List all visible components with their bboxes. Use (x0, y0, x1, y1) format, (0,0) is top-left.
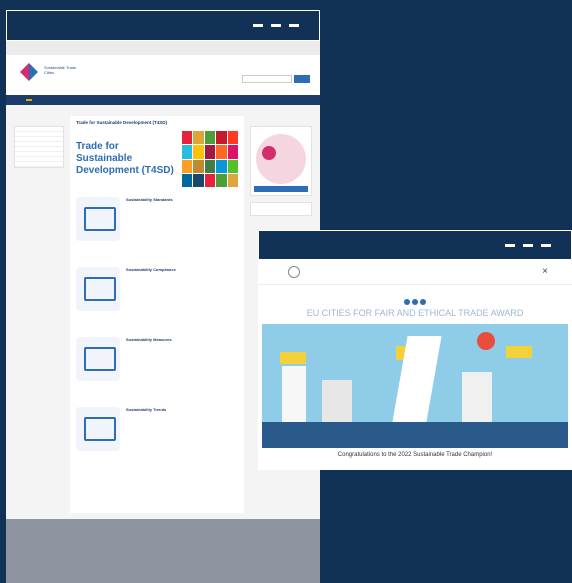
close-icon[interactable]: × (542, 266, 548, 277)
compliance-illustration (76, 267, 120, 311)
building-2 (322, 380, 352, 422)
banner-sign-3 (506, 346, 532, 358)
badge-icons (258, 299, 572, 305)
measures-illustration (76, 337, 120, 381)
congrats-text: Congratulations to the 2022 Sustainable … (337, 452, 493, 458)
award-title: EU CITIES FOR FAIR AND ETHICAL TRADE AWA… (306, 308, 524, 318)
page-title: Trade for Sustainable Development (T4SD) (76, 120, 168, 125)
item-row-2[interactable]: Sustainability Compliance (76, 267, 238, 329)
top-utility-bar (6, 41, 320, 55)
item-title-4[interactable]: Sustainability Trends (126, 407, 166, 412)
hero-text: Trade for Sustainable Development (T4SD) (76, 141, 174, 176)
standards-illustration (76, 197, 120, 241)
search-button[interactable] (294, 75, 310, 83)
item-title-1[interactable]: Sustainability Standards (126, 197, 173, 202)
sidebar-box-1 (250, 126, 312, 196)
footer-col-3[interactable] (116, 527, 152, 575)
browser-window-b: × EU CITIES FOR FAIR AND ETHICAL TRADE A… (258, 230, 572, 470)
site-logo-icon[interactable] (18, 61, 40, 83)
badge-icon-3 (420, 299, 426, 305)
sidebar-box-2 (250, 202, 312, 216)
right-sidebar (250, 126, 312, 222)
window-b-control-2[interactable] (523, 244, 533, 247)
search-input[interactable] (242, 75, 292, 83)
footer-col-1[interactable] (16, 527, 52, 575)
item-title-2[interactable]: Sustainability Compliance (126, 267, 176, 272)
header-logo-row: Sustainable Trade Cities (6, 55, 320, 95)
footer-col-5[interactable] (216, 527, 252, 575)
window-a-control-3[interactable] (289, 24, 299, 27)
computer-icon (84, 207, 116, 231)
nav-item-3[interactable] (26, 99, 32, 101)
clipboard-icon (84, 277, 116, 301)
window-a-control-1[interactable] (253, 24, 263, 27)
trends-illustration (76, 407, 120, 451)
banner-sign-1 (280, 352, 306, 364)
footer (6, 519, 320, 583)
eu-logo-icon[interactable] (288, 266, 300, 278)
badge-icon-1 (404, 299, 410, 305)
window-b-control-3[interactable] (541, 244, 551, 247)
footer-col-2[interactable] (66, 527, 102, 575)
laptop-icon (84, 417, 116, 441)
building-1 (282, 366, 306, 422)
window-a-controls[interactable] (253, 24, 299, 27)
page-b: × EU CITIES FOR FAIR AND ETHICAL TRADE A… (258, 260, 572, 470)
page-b-header: × (258, 260, 572, 285)
left-nav-item-8[interactable] (15, 162, 63, 167)
window-b-controls[interactable] (505, 244, 551, 247)
site-logo-text: Sustainable Trade Cities (44, 65, 77, 75)
sun-shape (477, 332, 495, 350)
window-b-control-1[interactable] (505, 244, 515, 247)
item-row-4[interactable]: Sustainability Trends (76, 407, 238, 469)
footer-col-6[interactable] (266, 527, 302, 575)
award-banner-illustration (262, 324, 568, 448)
sidebar-line-3[interactable] (254, 210, 308, 212)
window-a-titlebar[interactable] (6, 10, 320, 41)
main-column: Trade for Sustainable Development (T4SD)… (70, 116, 244, 513)
main-nav (6, 95, 320, 105)
sidebar-button[interactable] (254, 186, 308, 192)
page-b-nav (258, 285, 572, 295)
sdg-icon-grid (182, 131, 238, 187)
window-b-titlebar[interactable] (258, 230, 572, 260)
ground-strip (262, 422, 568, 448)
sdg-wheel-icon (256, 134, 306, 184)
footer-col-4[interactable] (166, 527, 202, 575)
badge-icon-2 (412, 299, 418, 305)
hero: Trade for Sustainable Development (T4SD) (76, 129, 238, 189)
item-title-3[interactable]: Sustainability Measures (126, 337, 172, 342)
window-a-control-2[interactable] (271, 24, 281, 27)
item-row-3[interactable]: Sustainability Measures (76, 337, 238, 399)
building-4 (462, 372, 492, 422)
clipboard-icon (84, 347, 116, 371)
item-row-1[interactable]: Sustainability Standards (76, 197, 238, 259)
left-nav (14, 126, 64, 168)
sidebar-box-1-label (254, 130, 308, 132)
